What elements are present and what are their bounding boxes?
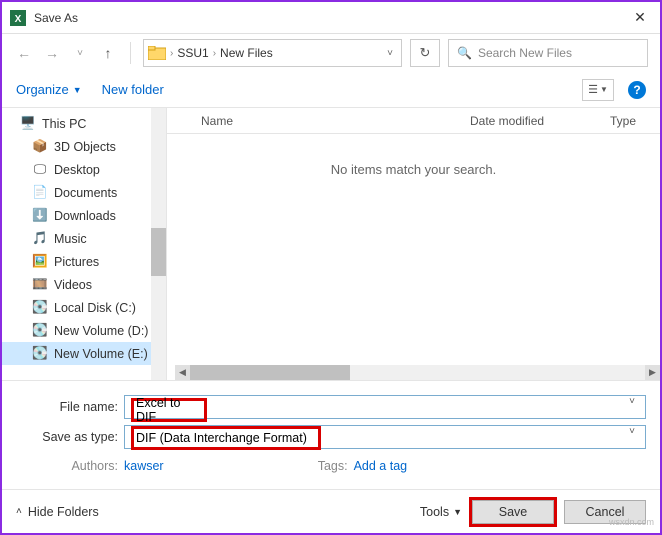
- chevron-up-icon: ˄: [16, 506, 22, 517]
- tools-button[interactable]: Tools ▼: [420, 505, 462, 519]
- save-form: File name: Excel to DIF ˅ Save as type: …: [2, 380, 660, 477]
- tree-item-new-volume-d[interactable]: 💽New Volume (D:): [2, 319, 166, 342]
- titlebar: X Save As ✕: [2, 2, 660, 34]
- navigation-bar: ← → ˅ ↑ › SSU1 › New Files ˅ ↻ 🔍 Search …: [2, 34, 660, 72]
- tags-value[interactable]: Add a tag: [354, 459, 408, 473]
- save-button[interactable]: Save: [472, 500, 554, 524]
- tree-item-pictures[interactable]: 🖼️Pictures: [2, 250, 166, 273]
- scroll-right-icon[interactable]: ▶: [645, 365, 660, 380]
- separator: [130, 42, 131, 64]
- list-icon: ☰: [588, 83, 598, 96]
- tree-item-documents[interactable]: 📄Documents: [2, 181, 166, 204]
- tree-item-3d-objects[interactable]: 📦3D Objects: [2, 135, 166, 158]
- back-button[interactable]: ←: [14, 43, 34, 63]
- chevron-down-icon[interactable]: ˅: [629, 396, 635, 407]
- pc-icon: 🖥️: [20, 116, 36, 132]
- search-icon: 🔍: [457, 46, 472, 60]
- save-as-dialog: X Save As ✕ ← → ˅ ↑ › SSU1 › New Files ˅…: [0, 0, 662, 535]
- filetype-label: Save as type:: [16, 430, 124, 444]
- chevron-down-icon: ▼: [600, 85, 608, 94]
- scroll-left-icon[interactable]: ◀: [175, 365, 190, 380]
- horizontal-scrollbar[interactable]: ◀ ▶: [175, 365, 660, 380]
- column-name[interactable]: Name: [191, 108, 460, 133]
- tree-item-this-pc[interactable]: 🖥️This PC: [2, 112, 166, 135]
- tree-item-downloads[interactable]: ⬇️Downloads: [2, 204, 166, 227]
- tree-item-desktop[interactable]: 🖵Desktop: [2, 158, 166, 181]
- filename-label: File name:: [16, 400, 124, 414]
- new-folder-button[interactable]: New folder: [102, 82, 164, 97]
- disk-icon: 💽: [32, 323, 48, 339]
- view-options-button[interactable]: ☰ ▼: [582, 79, 614, 101]
- tree-scroll-thumb[interactable]: [151, 228, 166, 276]
- downloads-icon: ⬇️: [32, 208, 48, 224]
- pictures-icon: 🖼️: [32, 254, 48, 270]
- watermark: wsxdn.com: [609, 517, 654, 527]
- authors-value[interactable]: kawser: [124, 459, 164, 473]
- chevron-right-icon[interactable]: ›: [170, 48, 173, 59]
- file-browser: 🖥️This PC 📦3D Objects 🖵Desktop 📄Document…: [2, 108, 660, 380]
- tree-item-videos[interactable]: 🎞️Videos: [2, 273, 166, 296]
- dialog-footer: ˄ Hide Folders Tools ▼ Save Cancel: [2, 489, 660, 533]
- refresh-button[interactable]: ↻: [410, 39, 440, 67]
- toolbar: Organize ▼ New folder ☰ ▼ ?: [2, 72, 660, 108]
- organize-button[interactable]: Organize ▼: [16, 82, 82, 97]
- chevron-right-icon[interactable]: ›: [213, 48, 216, 59]
- file-list: Name Date modified Type No items match y…: [167, 108, 660, 380]
- 3d-objects-icon: 📦: [32, 139, 48, 155]
- chevron-down-icon[interactable]: ˅: [629, 426, 635, 437]
- disk-icon: 💽: [32, 300, 48, 316]
- breadcrumb-item[interactable]: New Files: [220, 46, 273, 60]
- hide-folders-button[interactable]: ˄ Hide Folders: [16, 505, 99, 519]
- svg-text:X: X: [15, 14, 22, 25]
- column-headers: Name Date modified Type: [167, 108, 660, 134]
- breadcrumb-item[interactable]: SSU1: [177, 46, 208, 60]
- chevron-down-icon: ▼: [73, 85, 82, 95]
- search-input[interactable]: 🔍 Search New Files: [448, 39, 648, 67]
- address-bar[interactable]: › SSU1 › New Files ˅: [143, 39, 402, 67]
- filetype-select[interactable]: DIF (Data Interchange Format) ˅: [124, 425, 646, 449]
- filename-input[interactable]: Excel to DIF ˅: [124, 395, 646, 419]
- tree-item-music[interactable]: 🎵Music: [2, 227, 166, 250]
- up-button[interactable]: ↑: [98, 43, 118, 63]
- empty-message: No items match your search.: [167, 162, 660, 177]
- folder-icon: [148, 46, 166, 60]
- forward-button: →: [42, 43, 62, 63]
- scroll-thumb[interactable]: [190, 365, 350, 380]
- disk-icon: 💽: [32, 346, 48, 362]
- documents-icon: 📄: [32, 185, 48, 201]
- videos-icon: 🎞️: [32, 277, 48, 293]
- tree-item-new-volume-e[interactable]: 💽New Volume (E:): [2, 342, 166, 365]
- column-type[interactable]: Type: [600, 108, 660, 133]
- authors-label: Authors:: [16, 459, 124, 473]
- column-date[interactable]: Date modified: [460, 108, 600, 133]
- help-button[interactable]: ?: [628, 81, 646, 99]
- tree-item-local-disk-c[interactable]: 💽Local Disk (C:): [2, 296, 166, 319]
- recent-dropdown[interactable]: ˅: [70, 43, 90, 63]
- search-placeholder: Search New Files: [478, 46, 572, 60]
- close-button[interactable]: ✕: [620, 2, 660, 34]
- chevron-down-icon: ▼: [453, 507, 462, 517]
- window-title: Save As: [34, 11, 620, 25]
- tags-label: Tags:: [314, 459, 354, 473]
- desktop-icon: 🖵: [32, 162, 48, 178]
- folder-tree: 🖥️This PC 📦3D Objects 🖵Desktop 📄Document…: [2, 108, 167, 380]
- music-icon: 🎵: [32, 231, 48, 247]
- address-dropdown[interactable]: ˅: [387, 48, 397, 59]
- excel-icon: X: [10, 10, 26, 26]
